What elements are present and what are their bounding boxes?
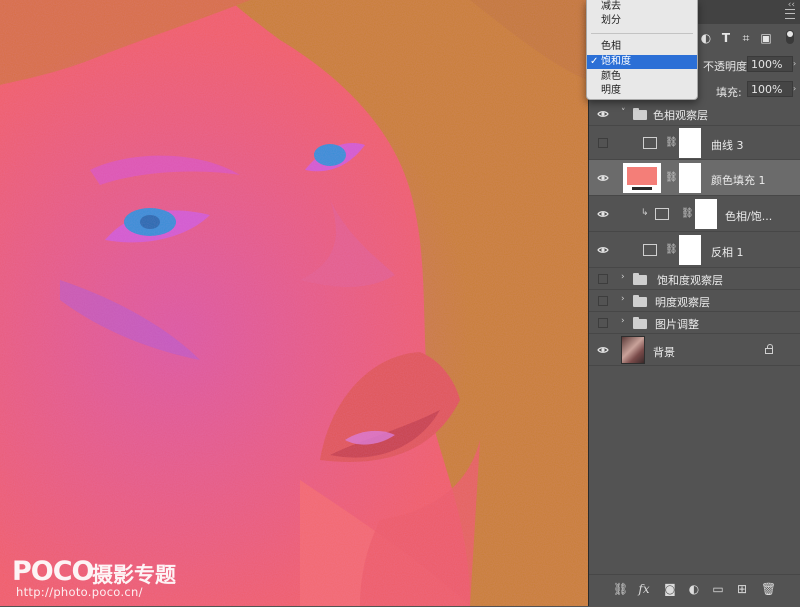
background-thumbnail <box>621 336 645 364</box>
layer-name: 图片调整 <box>655 318 699 331</box>
link-chain-icon: ⛓ <box>681 208 694 219</box>
filter-toggle[interactable] <box>786 30 794 44</box>
folder-icon <box>633 273 647 285</box>
blend-option-luminosity[interactable]: 明度 <box>587 84 697 98</box>
layer-hue-saturation[interactable]: ↳ ⛓ 色相/饱... <box>589 196 800 232</box>
layer-group-hue[interactable]: ˅ 色相观察层 <box>589 102 800 126</box>
option-label: 划分 <box>601 15 621 26</box>
option-label: 色相 <box>601 41 621 52</box>
link-chain-icon: ⛓ <box>665 244 678 255</box>
option-label: 减去 <box>601 1 621 12</box>
visibility-eye-icon[interactable] <box>597 210 609 218</box>
layer-name: 颜色填充 1 <box>711 174 766 187</box>
layer-name: 反相 1 <box>711 246 744 259</box>
folder-icon <box>633 317 647 329</box>
visibility-box[interactable] <box>598 296 608 306</box>
poco-watermark: POCO 摄影专题 http://photo.poco.cn/ <box>12 556 192 602</box>
expand-chevron-icon[interactable]: › <box>621 272 625 282</box>
visibility-box[interactable] <box>598 138 608 148</box>
blend-option-saturation[interactable]: ✓ 饱和度 <box>587 55 697 69</box>
expand-chevron-icon[interactable]: › <box>621 294 625 304</box>
layer-name: 色相观察层 <box>653 109 708 122</box>
new-layer-icon[interactable]: ⊞ <box>735 582 749 596</box>
layer-color-fill[interactable]: ⛓ 颜色填充 1 <box>589 160 800 196</box>
menu-separator <box>591 33 693 34</box>
expand-chevron-icon[interactable]: ˅ <box>621 108 626 118</box>
folder-icon <box>633 295 647 307</box>
fill-arrow-icon[interactable]: › <box>793 84 796 93</box>
option-label: 饱和度 <box>601 56 631 67</box>
lock-icon[interactable] <box>765 344 773 354</box>
add-mask-icon[interactable]: ◙ <box>663 582 677 596</box>
adjustment-filter-icon[interactable]: ◐ <box>699 31 713 45</box>
new-group-icon[interactable]: ▭ <box>711 582 725 596</box>
poco-logo: POCO <box>12 556 95 587</box>
shape-filter-icon[interactable]: ⌗ <box>739 31 753 45</box>
link-chain-icon: ⛓ <box>665 137 678 148</box>
layer-background[interactable]: 背景 <box>589 334 800 366</box>
layer-group-saturation[interactable]: › 饱和度观察层 <box>589 268 800 290</box>
layer-mask-thumbnail <box>679 235 701 265</box>
option-label: 明度 <box>601 85 621 96</box>
blend-option-divide[interactable]: 划分 <box>587 14 697 28</box>
layer-name: 曲线 3 <box>711 139 744 152</box>
opacity-input[interactable]: 100% <box>747 56 793 72</box>
layer-invert[interactable]: ⛓ 反相 1 <box>589 232 800 268</box>
option-label: 颜色 <box>601 71 621 82</box>
fill-input[interactable]: 100% <box>747 81 793 97</box>
curves-icon <box>643 137 657 149</box>
folder-icon <box>633 108 647 120</box>
link-layers-icon[interactable]: ⛓ <box>613 582 628 596</box>
hue-saturation-icon <box>655 208 669 220</box>
blend-option-color[interactable]: 颜色 <box>587 70 697 84</box>
blend-option-subtract[interactable]: 减去 <box>587 0 697 14</box>
poco-url: http://photo.poco.cn/ <box>16 585 143 599</box>
type-filter-icon[interactable]: T <box>719 31 733 45</box>
layer-curves[interactable]: ⛓ 曲线 3 <box>589 126 800 160</box>
new-adjustment-icon[interactable]: ◐ <box>687 582 701 596</box>
layer-group-lightness[interactable]: › 明度观察层 <box>589 290 800 312</box>
invert-icon <box>643 244 657 256</box>
visibility-box[interactable] <box>598 318 608 328</box>
layer-name: 背景 <box>653 346 675 359</box>
panel-menu-icon[interactable] <box>785 9 795 19</box>
visibility-eye-icon[interactable] <box>597 110 609 118</box>
clipping-arrow-icon: ↳ <box>641 208 649 218</box>
swatch-base <box>632 187 652 190</box>
fill-swatch <box>627 167 657 185</box>
visibility-eye-icon[interactable] <box>597 246 609 254</box>
smart-object-filter-icon[interactable]: ▣ <box>759 31 773 45</box>
fill-label: 填充: <box>716 86 742 99</box>
fx-icon[interactable]: fx <box>637 582 651 596</box>
color-fill-thumbnail <box>623 163 661 193</box>
expand-chevron-icon[interactable]: › <box>621 316 625 326</box>
canvas-image <box>0 0 588 606</box>
layer-name: 饱和度观察层 <box>657 274 723 287</box>
layer-name: 明度观察层 <box>655 296 710 309</box>
trash-icon[interactable]: 🗑 <box>761 582 776 596</box>
checkmark-icon: ✓ <box>590 56 599 67</box>
visibility-eye-icon[interactable] <box>597 346 609 354</box>
blend-option-hue[interactable]: 色相 <box>587 40 697 54</box>
layer-mask-thumbnail <box>679 163 701 193</box>
layer-mask-thumbnail <box>695 199 717 229</box>
blend-mode-menu[interactable]: 减去 划分 色相 ✓ 饱和度 颜色 明度 <box>586 0 698 100</box>
visibility-box[interactable] <box>598 274 608 284</box>
document-canvas[interactable]: POCO 摄影专题 http://photo.poco.cn/ <box>0 0 588 606</box>
layer-name: 色相/饱... <box>725 210 773 223</box>
layer-mask-thumbnail <box>679 128 701 158</box>
opacity-arrow-icon[interactable]: › <box>793 59 796 68</box>
layer-group-adjust[interactable]: › 图片调整 <box>589 312 800 334</box>
opacity-label: 不透明度: <box>703 60 751 73</box>
link-chain-icon: ⛓ <box>665 172 678 183</box>
visibility-eye-icon[interactable] <box>597 174 609 182</box>
layers-bottom-toolbar: ⛓ fx ◙ ◐ ▭ ⊞ 🗑 <box>589 574 800 607</box>
